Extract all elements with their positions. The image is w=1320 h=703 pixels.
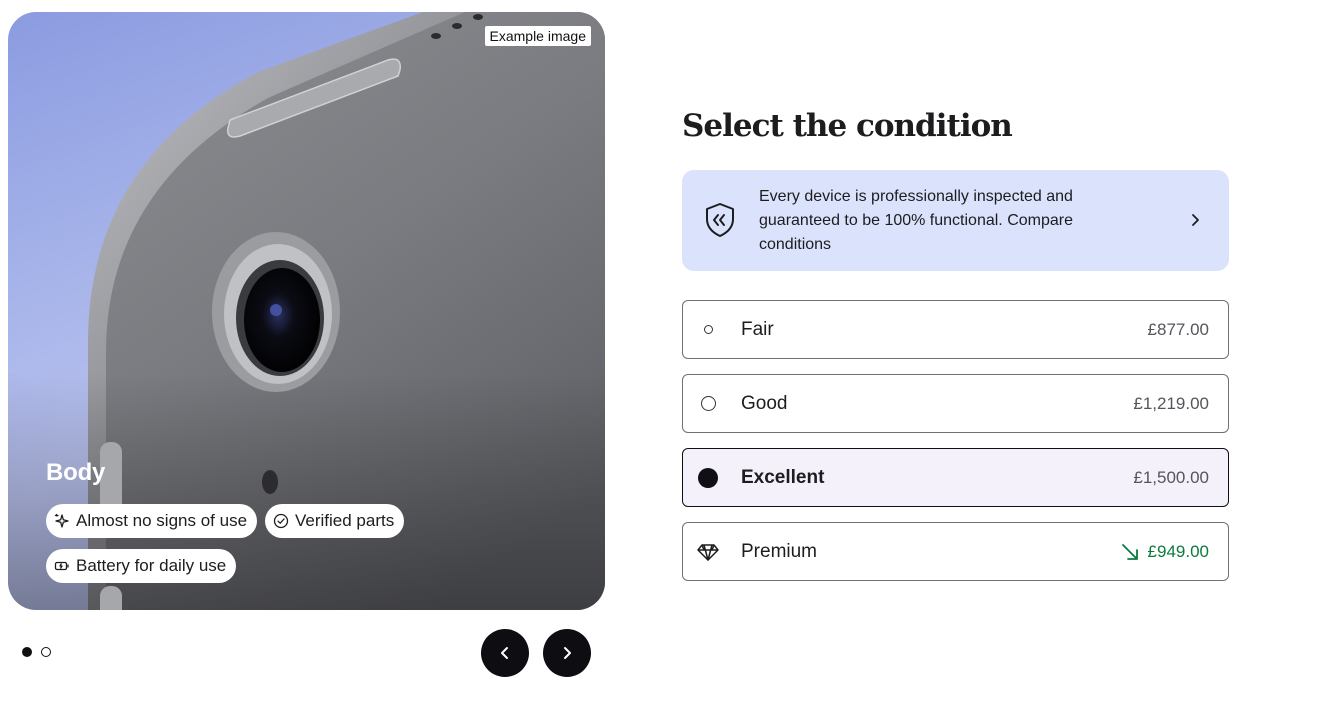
radio-indicator [700,396,716,411]
option-price: £877.00 [1147,319,1209,339]
chip-label: Battery for daily use [76,556,227,575]
carousel-dot-1[interactable] [22,647,32,657]
page-title: Select the condition [682,108,1013,144]
condition-option-excellent[interactable]: Excellent £1,500.00 [682,448,1229,507]
carousel-dot-2[interactable] [41,647,51,657]
option-price: £1,500.00 [1133,467,1209,487]
battery-icon [54,561,69,571]
example-image-label: Example image [484,26,591,46]
radio-indicator [703,325,713,334]
radio-indicator-selected [698,467,718,488]
option-label: Good [741,392,788,414]
feature-chip-battery: Battery for daily use [46,549,237,583]
condition-option-fair[interactable]: Fair £877.00 [682,300,1229,359]
shield-icon [706,203,734,237]
option-price: £1,219.00 [1133,393,1209,413]
condition-option-good[interactable]: Good £1,219.00 [682,374,1229,433]
feature-chip-signs-of-use: Almost no signs of use [46,504,258,538]
radio-excellent[interactable] [697,467,719,489]
chip-label: Almost no signs of use [76,511,248,530]
carousel-prev-button[interactable] [481,629,529,677]
option-label: Premium [741,540,818,562]
feature-chip-verified-parts: Verified parts [265,504,405,538]
carousel-dots [22,647,51,657]
radio-fair[interactable] [697,319,719,341]
option-label: Fair [741,318,774,340]
media-title: Body [46,459,106,486]
chevron-right-icon [1192,214,1199,226]
condition-option-premium[interactable]: Premium £949.00 [682,522,1229,581]
chevron-right-icon [564,647,571,659]
chevron-left-icon [501,647,508,659]
radio-good[interactable] [697,393,719,415]
arrow-down-right-icon [1121,543,1138,560]
sparkle-icon [54,513,69,528]
product-image-card: Example image Body Almost no signs of us… [8,12,605,610]
diamond-icon [697,541,719,563]
info-banner-text: Every device is professionally inspected… [759,188,1073,253]
chip-label: Verified parts [295,511,395,530]
carousel-next-button[interactable] [543,629,591,677]
option-price: £949.00 [1147,541,1209,561]
check-circle-icon [273,513,289,529]
inspection-info-banner[interactable]: Every device is professionally inspected… [682,170,1229,271]
option-label: Excellent [741,466,825,488]
option-price-deal: £949.00 [1120,542,1209,562]
